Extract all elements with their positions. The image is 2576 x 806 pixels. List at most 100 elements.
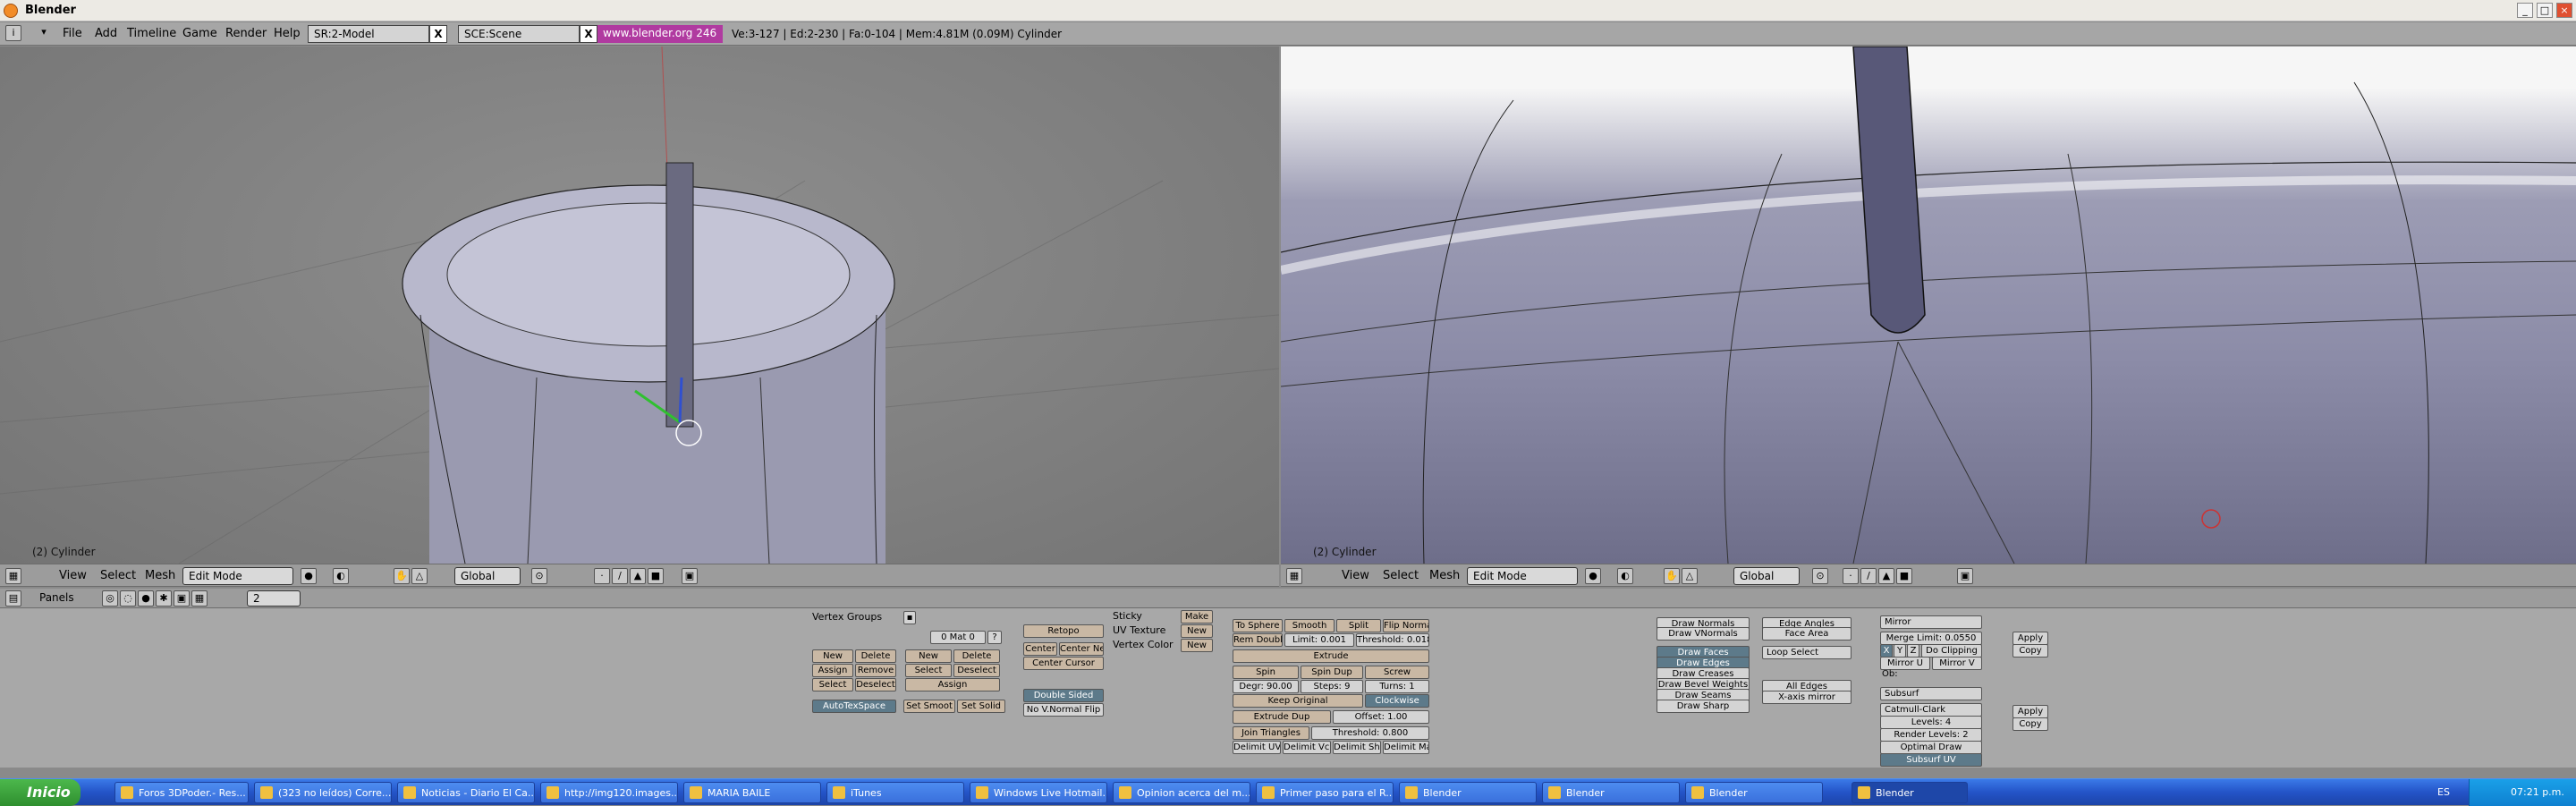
menu-render[interactable]: Render: [225, 27, 267, 40]
taskbar-item[interactable]: MARIA BAILE: [683, 782, 821, 803]
flip-normals-button[interactable]: Flip Normal: [1383, 619, 1429, 632]
screw-button[interactable]: Screw: [1365, 666, 1429, 679]
menu-view[interactable]: View: [59, 569, 87, 582]
mode-dropdown[interactable]: Edit Mode: [182, 567, 293, 585]
subsurf-uv-toggle[interactable]: Subsurf UV: [1880, 753, 1982, 767]
draw-type-icon[interactable]: ●: [1585, 568, 1601, 584]
delete-screen-button[interactable]: X: [429, 25, 447, 43]
retopo-button[interactable]: Retopo: [1023, 624, 1104, 638]
menu-mesh[interactable]: Mesh: [145, 569, 175, 582]
vertex-groups-menu[interactable]: ▪: [903, 611, 916, 624]
material-index[interactable]: 0 Mat 0: [930, 631, 986, 644]
menu-add[interactable]: Add: [95, 27, 117, 40]
offset-field[interactable]: Offset: 1.00: [1333, 710, 1429, 724]
center-button[interactable]: Center: [1023, 642, 1057, 656]
spin-dup-button[interactable]: Spin Dup: [1301, 666, 1363, 679]
spin-button[interactable]: Spin: [1233, 666, 1299, 679]
script-tab-icon[interactable]: ◌: [120, 590, 136, 607]
delete-scene-button[interactable]: X: [580, 25, 597, 43]
menu-select[interactable]: Select: [100, 569, 136, 582]
mat-assign-button[interactable]: Assign: [905, 678, 1000, 691]
vg-assign-button[interactable]: Assign: [812, 664, 853, 677]
taskbar-item[interactable]: Primer paso para el R...: [1256, 782, 1394, 803]
taskbar-item[interactable]: (323 no leídos) Corre...: [254, 782, 392, 803]
3d-viewport-right[interactable]: (2) Cylinder: [1281, 47, 2576, 564]
mirror-apply-button[interactable]: Apply: [2012, 632, 2048, 645]
orientation-dropdown[interactable]: Global: [454, 567, 521, 585]
occlude-icon[interactable]: ■: [648, 568, 664, 584]
render-preview-icon[interactable]: ▣: [1957, 568, 1973, 584]
subsurf-apply-button[interactable]: Apply: [2012, 705, 2048, 718]
scene-selector[interactable]: SCE:Scene: [458, 25, 580, 43]
taskbar-item[interactable]: Windows Live Hotmail...: [970, 782, 1107, 803]
draw-sharp-toggle[interactable]: Draw Sharp: [1657, 700, 1750, 713]
sticky-make-button[interactable]: Make: [1181, 610, 1213, 624]
uv-texture-new-button[interactable]: New: [1181, 624, 1213, 638]
mat-delete-button[interactable]: Delete: [953, 649, 1000, 663]
taskbar-item[interactable]: Blender: [1542, 782, 1680, 803]
pivot-icon[interactable]: ⊙: [1812, 568, 1828, 584]
subsurf-copy-button[interactable]: Copy: [2012, 717, 2048, 731]
vg-select-button[interactable]: Select: [812, 678, 853, 691]
start-button[interactable]: Inicio: [0, 779, 80, 806]
mirror-modifier-header[interactable]: Mirror: [1880, 615, 1982, 629]
vg-new-button[interactable]: New: [812, 649, 853, 663]
info-window-type-icon[interactable]: i: [5, 25, 21, 41]
vg-remove-button[interactable]: Remove: [855, 664, 896, 677]
mirror-axis-y[interactable]: Y: [1894, 644, 1906, 658]
draw-type-icon[interactable]: ●: [301, 568, 317, 584]
page-stepper[interactable]: 2: [247, 590, 301, 607]
face-select-icon[interactable]: ▲: [1878, 568, 1894, 584]
rotate-icon[interactable]: △: [411, 568, 428, 584]
remove-doubles-button[interactable]: Rem Doubl: [1233, 633, 1283, 647]
levels-field[interactable]: Levels: 4: [1880, 716, 1982, 729]
shading-icon[interactable]: ◐: [1617, 568, 1633, 584]
optimal-draw-toggle[interactable]: Optimal Draw: [1880, 741, 1982, 754]
panels-label[interactable]: Panels: [39, 591, 74, 604]
extrude-dup-button[interactable]: Extrude Dup: [1233, 710, 1331, 724]
clock[interactable]: 07:21 p.m.: [2511, 786, 2564, 798]
3d-viewport-left[interactable]: (2) Cylinder: [0, 47, 1279, 564]
close-icon[interactable]: ×: [2556, 3, 2572, 18]
draw-vnormals-toggle[interactable]: Draw VNormals: [1657, 627, 1750, 641]
center-new-button[interactable]: Center Ne: [1059, 642, 1104, 656]
pivot-icon[interactable]: ⊙: [531, 568, 547, 584]
edge-select-icon[interactable]: /: [612, 568, 628, 584]
menu-help[interactable]: Help: [274, 27, 301, 40]
vertex-select-icon[interactable]: ·: [1843, 568, 1859, 584]
double-sided-toggle[interactable]: Double Sided: [1023, 689, 1104, 702]
face-select-icon[interactable]: ▲: [630, 568, 646, 584]
taskbar-item[interactable]: Foros 3DPoder.- Res...: [114, 782, 249, 803]
mirror-u-toggle[interactable]: Mirror U: [1880, 657, 1930, 670]
loop-select-dropdown[interactable]: Loop Select: [1762, 646, 1852, 659]
mat-deselect-button[interactable]: Deselect: [953, 664, 1000, 677]
split-button[interactable]: Split: [1336, 619, 1381, 632]
mirror-v-toggle[interactable]: Mirror V: [1932, 657, 1982, 670]
taskbar-item[interactable]: Blender: [1685, 782, 1823, 803]
buttons-window-type-icon[interactable]: ▤: [5, 590, 21, 607]
subsurf-type-dropdown[interactable]: Catmull-Clark: [1880, 703, 1982, 717]
menu-file[interactable]: File: [63, 27, 82, 40]
degrees-field[interactable]: Degr: 90.00: [1233, 680, 1299, 693]
taskbar-item-active[interactable]: Blender: [1852, 782, 1968, 803]
occlude-icon[interactable]: ■: [1896, 568, 1912, 584]
mat-select-button[interactable]: Select: [905, 664, 952, 677]
taskbar-item[interactable]: iTunes: [826, 782, 964, 803]
maximize-icon[interactable]: □: [2537, 3, 2553, 18]
x-axis-mirror-toggle[interactable]: X-axis mirror: [1762, 691, 1852, 704]
window-type-icon[interactable]: ▦: [5, 568, 21, 584]
extrude-button[interactable]: Extrude: [1233, 649, 1429, 663]
menu-game[interactable]: Game: [182, 27, 217, 40]
screen-selector[interactable]: SR:2-Model: [308, 25, 429, 43]
delimit-mat-toggle[interactable]: Delimit Ma: [1383, 741, 1429, 754]
vertex-color-new-button[interactable]: New: [1181, 639, 1213, 652]
keep-original-toggle[interactable]: Keep Original: [1233, 694, 1363, 708]
menu-timeline[interactable]: Timeline: [127, 27, 176, 40]
material-help-button[interactable]: ?: [987, 631, 1002, 644]
smooth-button[interactable]: Smooth: [1284, 619, 1335, 632]
autotexspace-toggle[interactable]: AutoTexSpace: [812, 700, 896, 713]
taskbar-item[interactable]: Opinion acerca del m...: [1113, 782, 1250, 803]
mirror-axis-x[interactable]: X: [1880, 644, 1893, 658]
hand-icon[interactable]: ✋: [1664, 568, 1680, 584]
center-cursor-button[interactable]: Center Cursor: [1023, 657, 1104, 670]
